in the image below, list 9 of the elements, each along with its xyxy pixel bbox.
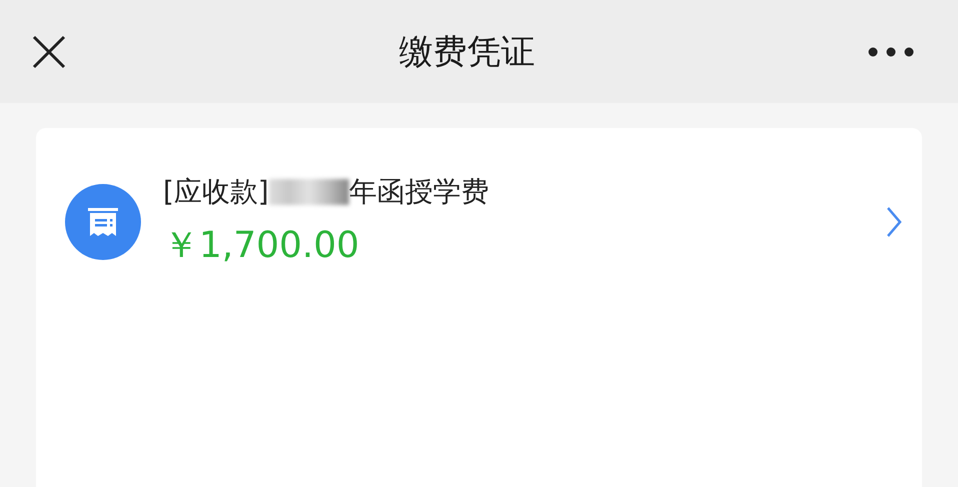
close-icon[interactable] <box>32 34 66 68</box>
more-icon[interactable] <box>868 46 914 56</box>
page-title: 缴费凭证 <box>399 30 535 74</box>
amount-text: ￥1,700.00 <box>163 224 360 268</box>
chevron-right-icon <box>886 206 902 238</box>
receipt-icon <box>65 184 141 260</box>
item-label: [应收款] <box>163 174 269 210</box>
payment-item[interactable]: [应收款] 年函授学费 ￥1,700.00 <box>36 128 922 270</box>
item-label: 年函授学费 <box>348 174 489 210</box>
